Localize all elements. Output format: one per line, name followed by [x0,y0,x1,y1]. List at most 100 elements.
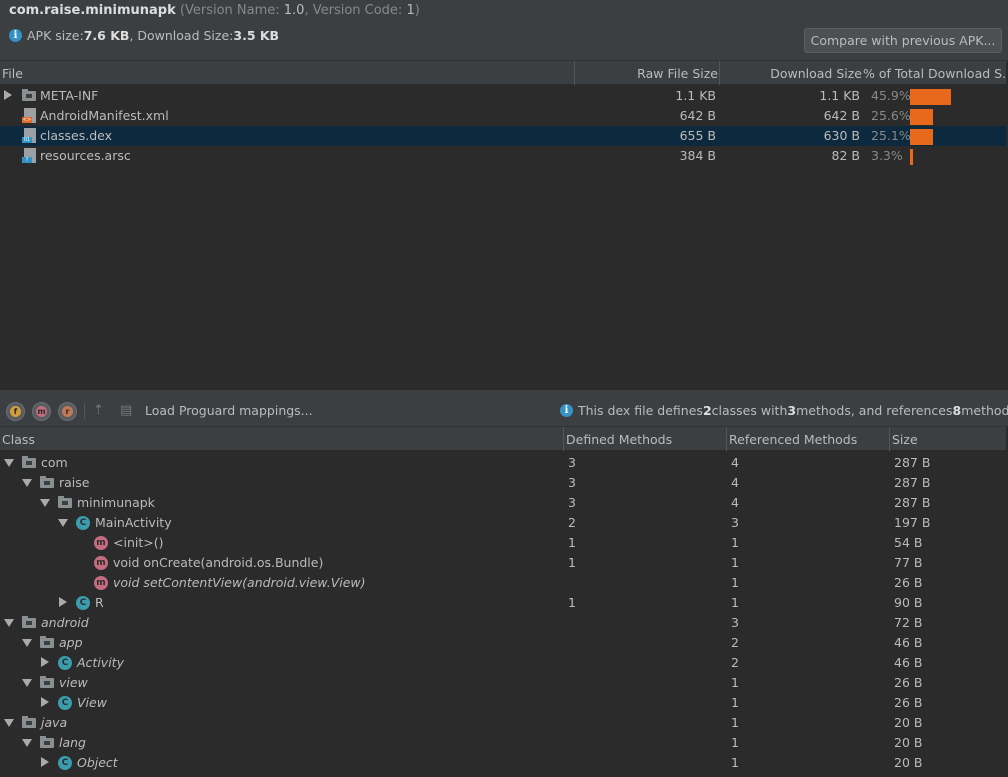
collapse-arrow-icon[interactable] [22,679,32,687]
package-icon [40,636,54,648]
download-size-value: 3.5 KB [233,28,280,43]
defined-methods: 3 [568,495,576,510]
class-row[interactable]: C MainActivity 2 3 197 B [0,513,1006,533]
column-raw-file-size[interactable]: Raw File Size [576,66,718,81]
class-row[interactable]: com 3 4 287 B [0,453,1006,473]
file-name: META-INF [40,88,99,103]
column-class[interactable]: Class [2,432,35,447]
class-size: 287 B [894,455,931,470]
expand-arrow-icon[interactable] [41,657,49,667]
referenced-methods: 1 [731,555,739,570]
class-size: 20 B [894,735,923,750]
class-name: android [41,615,89,630]
referenced-methods: 1 [731,715,739,730]
file-row[interactable]: META-INF 1.1 KB 1.1 KB 45.9% [0,86,1006,106]
show-methods-toggle[interactable]: m [32,402,51,421]
class-name: void onCreate(android.os.Bundle) [113,555,324,570]
class-name: raise [59,475,90,490]
referenced-methods: 4 [731,475,739,490]
referenced-methods: 2 [731,655,739,670]
package-icon [40,676,54,688]
expand-all-icon[interactable]: ⇡ [93,403,104,418]
class-row[interactable]: minimunapk 3 4 287 B [0,493,1006,513]
download-size: 82 B [831,148,860,163]
show-fields-toggle[interactable]: f [6,402,25,421]
class-size: 77 B [894,555,923,570]
collapse-arrow-icon[interactable] [4,719,14,727]
column-file[interactable]: File [2,66,23,81]
class-row[interactable]: C R 1 1 90 B [0,593,1006,613]
class-row[interactable]: C View 1 26 B [0,693,1006,713]
load-proguard-mappings-button[interactable]: Load Proguard mappings... [145,403,313,418]
collapse-arrow-icon[interactable] [22,479,32,487]
file-row[interactable]: ? resources.arsc 384 B 82 B 3.3% [0,146,1006,166]
class-size: 90 B [894,595,923,610]
package-icon [40,476,54,488]
class-size: 287 B [894,495,931,510]
class-table-header: Class Defined Methods Referenced Methods… [0,427,1006,451]
expand-arrow-icon[interactable] [41,757,49,767]
package-icon [22,616,36,628]
show-referenced-toggle[interactable]: r [58,402,77,421]
file-row[interactable]: <> AndroidManifest.xml 642 B 642 B 25.6% [0,106,1006,126]
class-size: 197 B [894,515,931,530]
file-name: classes.dex [40,128,113,143]
download-percent: 45.9% [871,88,911,103]
apk-size-value: 7.6 KB [83,28,130,43]
class-row[interactable]: lang 1 20 B [0,733,1006,753]
collapse-arrow-icon[interactable] [4,459,14,467]
compare-previous-apk-button[interactable]: Compare with previous APK... [804,28,1002,53]
class-name: MainActivity [95,515,172,530]
collapse-arrow-icon[interactable] [22,739,32,747]
file-row[interactable]: 01 classes.dex 655 B 630 B 25.1% [0,126,1006,146]
class-row[interactable]: m <init>() 1 1 54 B [0,533,1006,553]
file-icon: <> [22,108,36,123]
class-icon: C [76,516,90,530]
defined-methods: 1 [568,555,576,570]
info-icon: i [9,29,22,42]
class-row[interactable]: m void onCreate(android.os.Bundle) 1 1 77 B [0,553,1006,573]
collapse-arrow-icon[interactable] [4,619,14,627]
file-icon: 01 [22,128,36,143]
referenced-methods: 3 [731,615,739,630]
class-row[interactable]: view 1 26 B [0,673,1006,693]
defined-methods: 1 [568,595,576,610]
class-row[interactable]: m void setContentView(android.view.View) 1… [0,573,1006,593]
class-name: View [77,695,107,710]
expand-arrow-icon[interactable] [59,597,67,607]
class-row[interactable]: C Activity 2 46 B [0,653,1006,673]
package-icon [40,736,54,748]
field-icon: f [10,406,21,417]
class-name: Object [77,755,118,770]
defined-methods: 2 [568,515,576,530]
class-row[interactable]: java 1 20 B [0,713,1006,733]
column-size[interactable]: Size [892,432,918,447]
file-name: AndroidManifest.xml [40,108,169,123]
download-percent: 3.3% [871,148,903,163]
expand-arrow-icon[interactable] [4,90,12,100]
class-row[interactable]: raise 3 4 287 B [0,473,1006,493]
collapse-arrow-icon[interactable] [22,639,32,647]
referenced-methods: 4 [731,495,739,510]
class-row[interactable]: app 2 46 B [0,633,1006,653]
column-referenced-methods[interactable]: Referenced Methods [729,432,857,447]
class-size: 20 B [894,755,923,770]
column-defined-methods[interactable]: Defined Methods [566,432,672,447]
file-panel: File Raw File Size Download Size % of To… [0,60,1008,390]
class-size: 72 B [894,615,923,630]
collapse-arrow-icon[interactable] [40,499,50,507]
download-percent-bar [910,129,933,145]
class-row[interactable]: android 3 72 B [0,613,1006,633]
class-size: 287 B [894,475,931,490]
referenced-methods: 4 [731,455,739,470]
referenced-methods: 3 [731,515,739,530]
collapse-all-icon[interactable]: ▤ [120,403,132,418]
package-icon [22,456,36,468]
class-row[interactable]: C Object 1 20 B [0,753,1006,773]
class-name: view [59,675,88,690]
column-percent-download[interactable]: % of Total Download S... [863,66,1006,81]
expand-arrow-icon[interactable] [41,697,49,707]
column-download-size[interactable]: Download Size [720,66,862,81]
collapse-arrow-icon[interactable] [58,519,68,527]
defined-methods: 3 [568,475,576,490]
